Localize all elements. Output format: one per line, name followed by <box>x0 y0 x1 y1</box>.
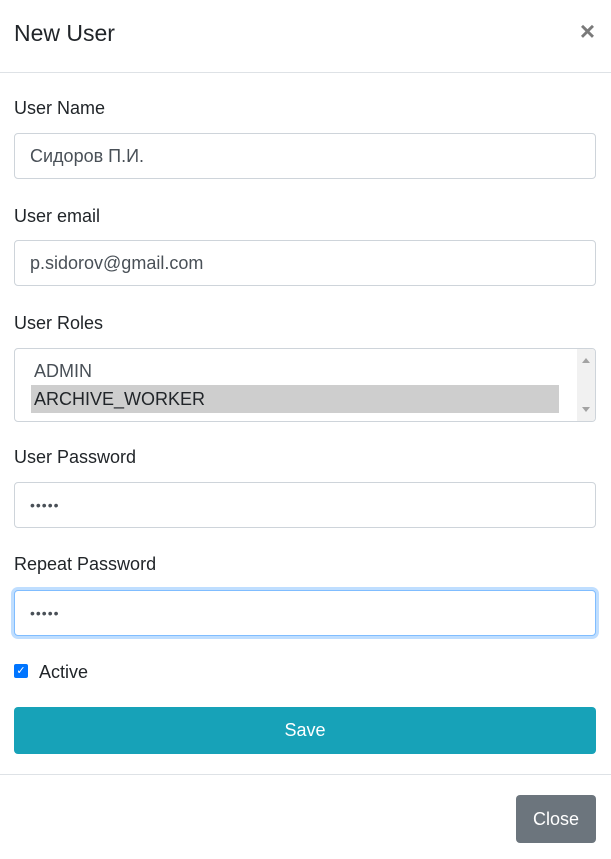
scroll-up-icon[interactable] <box>582 358 590 363</box>
user-email-label: User email <box>14 206 101 226</box>
user-roles-label: User Roles <box>14 313 104 333</box>
active-label[interactable]: Active <box>39 662 88 683</box>
repeat-password-input[interactable]: ••••• <box>14 590 596 636</box>
roles-scrollbar[interactable] <box>577 349 595 421</box>
user-email-value: p.sidorov@gmail.com <box>30 252 204 273</box>
active-checkbox[interactable]: ✓ <box>14 664 28 678</box>
close-button[interactable]: Close <box>516 795 596 843</box>
save-button[interactable]: Save <box>14 707 596 754</box>
password-value: ••••• <box>30 497 60 513</box>
repeat-password-value: ••••• <box>30 605 60 621</box>
modal-header: New User × <box>0 0 611 73</box>
password-input[interactable]: ••••• <box>14 482 596 528</box>
user-name-label: User Name <box>14 98 106 118</box>
user-roles-select[interactable]: ADMIN ARCHIVE_WORKER <box>14 348 596 422</box>
scroll-down-icon[interactable] <box>582 407 590 412</box>
modal-title: New User <box>14 20 115 46</box>
role-option-admin[interactable]: ADMIN <box>31 357 559 385</box>
repeat-password-label: Repeat Password <box>14 554 157 574</box>
password-label: User Password <box>14 447 137 467</box>
role-option-archive-worker[interactable]: ARCHIVE_WORKER <box>31 385 559 413</box>
user-email-input[interactable]: p.sidorov@gmail.com <box>14 240 596 286</box>
user-name-input[interactable]: Сидоров П.И. <box>14 133 596 179</box>
footer-divider <box>0 774 611 775</box>
user-name-value: Сидоров П.И. <box>30 145 145 166</box>
close-icon[interactable]: × <box>580 18 595 44</box>
